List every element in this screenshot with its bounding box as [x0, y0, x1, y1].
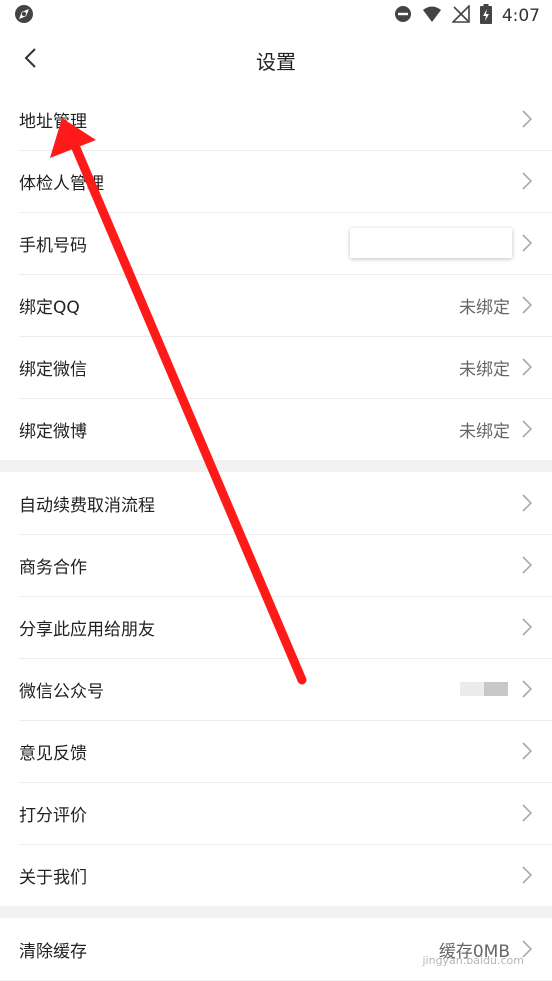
- row-label: 手机号码: [19, 235, 87, 256]
- row-label: 绑定微信: [19, 359, 87, 380]
- bind-status: 未绑定: [459, 421, 510, 442]
- chevron-right-icon: [522, 420, 534, 438]
- status-left: [14, 4, 34, 28]
- row-label: 绑定微博: [19, 421, 87, 442]
- row-label: 意见反馈: [19, 743, 87, 764]
- wechat-official-account-row[interactable]: 微信公众号: [0, 658, 552, 720]
- nav-header: 设置: [0, 32, 552, 88]
- bind-qq-row[interactable]: 绑定QQ 未绑定: [0, 274, 552, 336]
- chevron-right-icon: [522, 680, 534, 698]
- back-button[interactable]: [10, 32, 50, 88]
- phone-number-redacted: [350, 228, 512, 258]
- bind-status: 未绑定: [459, 359, 510, 380]
- section-gap: [0, 460, 552, 472]
- chevron-right-icon: [522, 804, 534, 822]
- phone-number-row[interactable]: 手机号码: [0, 212, 552, 274]
- examinee-management-row[interactable]: 体检人管理: [0, 150, 552, 212]
- bind-wechat-row[interactable]: 绑定微信 未绑定: [0, 336, 552, 398]
- row-label: 微信公众号: [19, 681, 104, 702]
- business-cooperation-row[interactable]: 商务合作: [0, 534, 552, 596]
- battery-charging-icon: [479, 3, 492, 29]
- chevron-right-icon: [522, 234, 534, 252]
- general-settings-group: 自动续费取消流程 商务合作 分享此应用给朋友 微信公众号 意见反馈 打分评价 关…: [0, 472, 552, 906]
- chevron-right-icon: [522, 866, 534, 884]
- status-time: 4:07: [501, 6, 540, 26]
- chevron-right-icon: [522, 296, 534, 314]
- chevron-right-icon: [522, 742, 534, 760]
- status-bar: 4:07: [0, 0, 552, 32]
- row-label: 打分评价: [19, 805, 87, 826]
- row-label: 自动续费取消流程: [19, 495, 155, 516]
- cancel-auto-renew-row[interactable]: 自动续费取消流程: [0, 472, 552, 534]
- wifi-icon: [422, 5, 442, 28]
- page-title: 设置: [256, 49, 296, 74]
- status-right: 4:07: [394, 3, 540, 29]
- chevron-right-icon: [522, 110, 534, 128]
- watermark-text: jingyan.baidu.com: [422, 954, 524, 967]
- cache-group: 清除缓存 缓存0MB: [0, 918, 552, 980]
- chevron-right-icon: [522, 556, 534, 574]
- row-label: 商务合作: [19, 557, 87, 578]
- account-settings-group: 地址管理 体检人管理 手机号码 绑定QQ 未绑定 绑定微信 未绑定 绑定微博 未…: [0, 88, 552, 460]
- chevron-left-icon: [23, 47, 37, 73]
- bind-status: 未绑定: [459, 297, 510, 318]
- chevron-right-icon: [522, 358, 534, 376]
- dnd-icon: [394, 5, 412, 28]
- address-management-row[interactable]: 地址管理: [0, 88, 552, 150]
- clear-cache-row[interactable]: 清除缓存 缓存0MB: [0, 918, 552, 980]
- feedback-row[interactable]: 意见反馈: [0, 720, 552, 782]
- about-us-row[interactable]: 关于我们: [0, 844, 552, 906]
- section-gap: [0, 906, 552, 918]
- no-signal-icon: [450, 3, 470, 28]
- bind-weibo-row[interactable]: 绑定微博 未绑定: [0, 398, 552, 460]
- share-app-row[interactable]: 分享此应用给朋友: [0, 596, 552, 658]
- row-label: 绑定QQ: [19, 297, 80, 318]
- row-label: 体检人管理: [19, 173, 104, 194]
- chevron-right-icon: [522, 618, 534, 636]
- chevron-right-icon: [522, 494, 534, 512]
- row-label: 清除缓存: [19, 941, 87, 962]
- redacted-value: [460, 682, 508, 696]
- row-label: 分享此应用给朋友: [19, 619, 155, 640]
- rate-app-row[interactable]: 打分评价: [0, 782, 552, 844]
- chevron-right-icon: [522, 172, 534, 190]
- app-logo-icon: [14, 4, 34, 28]
- row-label: 地址管理: [19, 111, 87, 132]
- row-label: 关于我们: [19, 867, 87, 888]
- settings-screen: 4:07 设置 地址管理 体检人管理 手机号码 绑定QQ 未绑定 绑定微信 未绑…: [0, 0, 552, 981]
